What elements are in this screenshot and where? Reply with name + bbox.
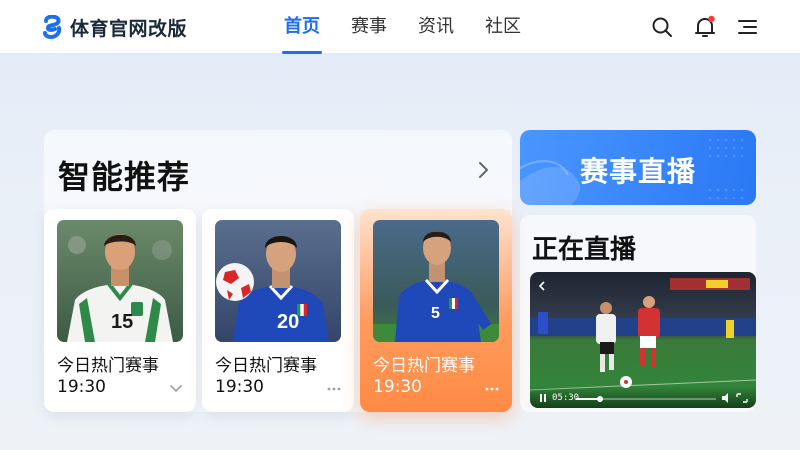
card-title: 今日热门赛事	[215, 356, 317, 376]
match-card-highlighted[interactable]: 5 今日热门赛事 19:30	[360, 209, 512, 412]
svg-text:15: 15	[111, 311, 133, 333]
volume-icon[interactable]	[722, 393, 728, 403]
video-progress-handle[interactable]	[597, 396, 603, 402]
match-card[interactable]: 20 今日热门赛事 19:30	[202, 209, 354, 412]
search-icon[interactable]	[650, 15, 674, 39]
live-events-button[interactable]: 赛事直播	[520, 130, 756, 205]
nav-news[interactable]: 资讯	[418, 0, 454, 54]
player-photo: 15	[57, 220, 183, 342]
nav-home[interactable]: 首页	[282, 0, 322, 54]
player-photo: 20	[215, 220, 341, 342]
logo-text: 体育官网改版	[70, 17, 188, 40]
card-time: 19:30	[373, 377, 422, 397]
pause-icon[interactable]	[540, 394, 542, 402]
logo-mark-icon	[43, 15, 62, 39]
video-controls: 05:30	[530, 386, 756, 408]
card-title: 今日热门赛事	[57, 356, 159, 376]
more-dots-icon[interactable]	[484, 384, 500, 394]
recommend-panel: 智能推荐 15 今日热门赛事 19:30 20 今日热门赛事 19:30 5 今…	[44, 130, 512, 412]
player-photo: 5	[373, 220, 499, 342]
chevron-right-icon[interactable]	[476, 160, 492, 180]
menu-icon[interactable]	[736, 15, 760, 39]
live-now-panel: 正在直播 05:30	[520, 215, 756, 412]
live-video-player[interactable]: 05:30	[530, 272, 756, 408]
bell-icon[interactable]	[693, 15, 717, 39]
nav-community[interactable]: 社区	[485, 0, 521, 54]
card-title: 今日热门赛事	[373, 356, 475, 376]
fullscreen-icon[interactable]	[736, 393, 748, 403]
svg-text:5: 5	[431, 305, 440, 322]
chevron-down-icon[interactable]	[168, 384, 184, 394]
video-time: 05:30	[552, 393, 580, 403]
main-nav: 首页 赛事 资讯 社区	[282, 0, 552, 54]
more-dots-icon[interactable]	[326, 384, 342, 394]
nav-events[interactable]: 赛事	[351, 0, 387, 54]
notification-dot	[708, 15, 715, 23]
live-events-label: 赛事直播	[579, 155, 696, 188]
live-now-title: 正在直播	[532, 235, 637, 265]
site-logo[interactable]: 体育官网改版	[42, 13, 187, 41]
recommend-title: 智能推荐	[58, 158, 191, 196]
top-navigation-bar: 体育官网改版 首页 赛事 资讯 社区	[0, 0, 800, 54]
card-time: 19:30	[57, 377, 106, 397]
card-time: 19:30	[215, 377, 264, 397]
match-card[interactable]: 15 今日热门赛事 19:30	[44, 209, 196, 412]
svg-text:20: 20	[277, 311, 299, 333]
